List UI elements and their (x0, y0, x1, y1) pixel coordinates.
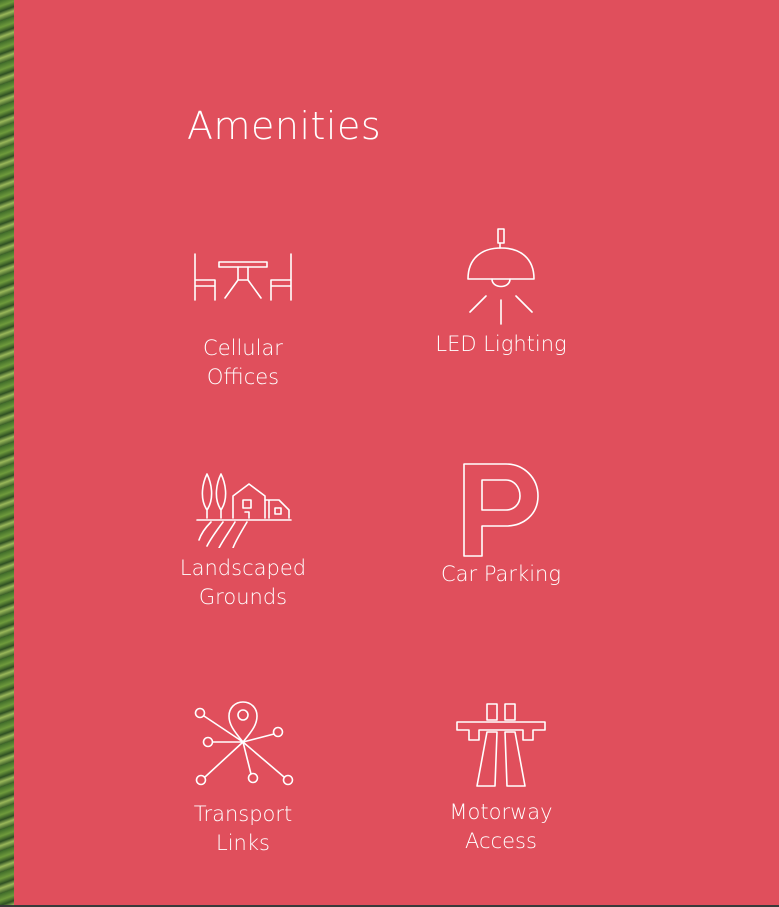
landscape-house-icon (196, 473, 292, 548)
amenity-landscaped-grounds: Landscaped Grounds (158, 470, 328, 612)
amenity-car-parking: Car Parking (416, 460, 586, 589)
pendant-lamp-icon (467, 228, 535, 325)
motorway-bridge-icon (456, 703, 546, 787)
office-desk-chairs-icon (194, 253, 292, 301)
amenities-panel (14, 0, 779, 907)
foliage-image-strip (0, 0, 14, 907)
amenity-transport-links: Transport Links (158, 700, 328, 858)
amenity-led-lighting: LED Lighting (416, 226, 586, 359)
amenity-label: Cellular Offices (203, 336, 283, 389)
amenity-label: LED Lighting (435, 332, 567, 356)
parking-p-icon (463, 463, 539, 557)
amenity-motorway-access: Motorway Access (416, 700, 586, 856)
amenity-label: Transport Links (193, 802, 293, 855)
amenity-label: Landscaped Grounds (179, 556, 307, 609)
amenity-label: Car Parking (441, 562, 561, 586)
amenities-page: Amenities Cellular Offices LED Lighting (0, 0, 779, 907)
amenity-cellular-offices: Cellular Offices (158, 250, 328, 392)
section-title: Amenities (187, 104, 382, 148)
transport-network-pin-icon (194, 701, 294, 786)
amenity-label: Motorway Access (449, 800, 553, 853)
